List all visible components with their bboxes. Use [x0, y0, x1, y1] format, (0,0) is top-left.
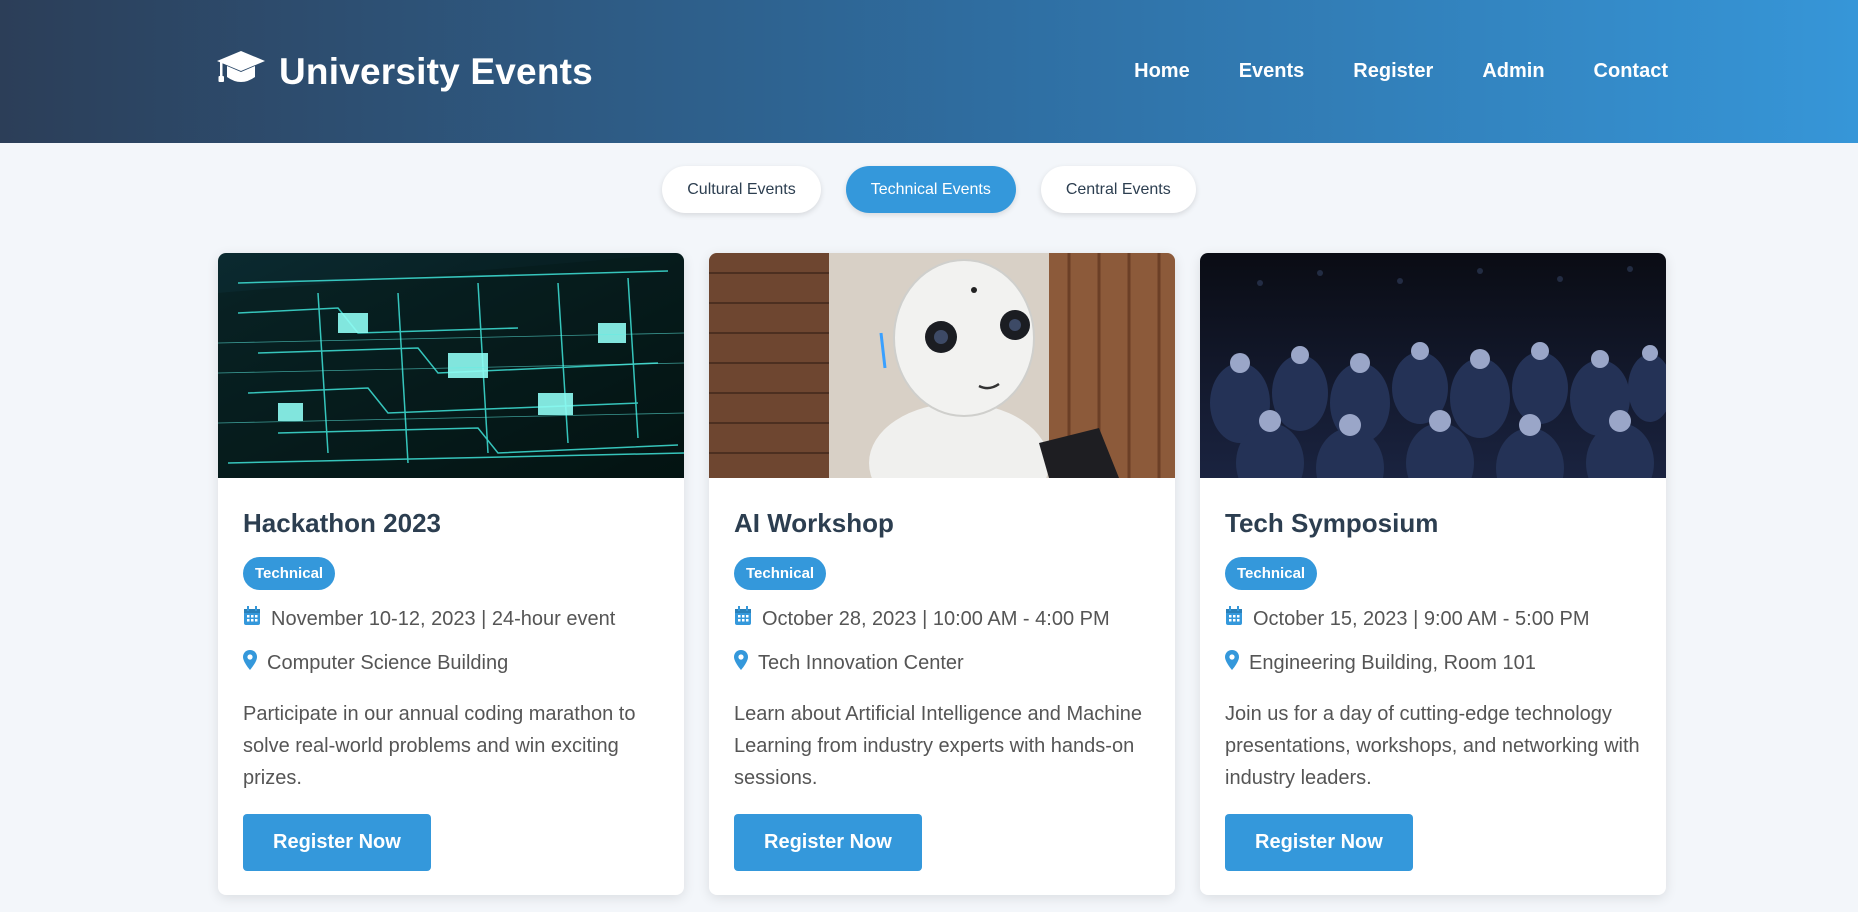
event-date-text: October 28, 2023 | 10:00 AM - 4:00 PM: [762, 607, 1110, 630]
event-title: AI Workshop: [734, 508, 894, 538]
robot-image: [709, 253, 1175, 478]
map-pin-icon: [1225, 650, 1239, 676]
nav-register[interactable]: Register: [1353, 60, 1433, 83]
calendar-icon: [243, 606, 261, 632]
event-location: Tech Innovation Center: [734, 650, 1150, 676]
event-title: Hackathon 2023: [243, 508, 441, 538]
register-now-button[interactable]: Register Now: [734, 814, 922, 871]
event-location-text: Computer Science Building: [267, 651, 509, 674]
nav-home[interactable]: Home: [1134, 60, 1190, 83]
tab-central-events[interactable]: Central Events: [1040, 166, 1196, 213]
category-badge: Technical: [243, 557, 336, 590]
event-date: November 10-12, 2023 | 24-hour event: [243, 606, 659, 632]
event-cards: Hackathon 2023 Technical November 10-12,…: [0, 253, 1858, 895]
conference-audience-image: [1200, 253, 1666, 478]
event-location-text: Tech Innovation Center: [758, 651, 964, 674]
event-location: Computer Science Building: [243, 650, 659, 676]
register-now-button[interactable]: Register Now: [243, 814, 431, 871]
event-date-text: October 15, 2023 | 9:00 AM - 5:00 PM: [1253, 607, 1590, 630]
event-date-text: November 10-12, 2023 | 24-hour event: [271, 607, 616, 630]
event-card: Hackathon 2023 Technical November 10-12,…: [218, 253, 684, 895]
brand[interactable]: University Events: [215, 49, 593, 94]
event-location-text: Engineering Building, Room 101: [1249, 651, 1536, 674]
event-description: Join us for a day of cutting-edge techno…: [1225, 703, 1640, 789]
event-date: October 15, 2023 | 9:00 AM - 5:00 PM: [1225, 606, 1641, 632]
map-pin-icon: [734, 650, 748, 676]
calendar-icon: [734, 606, 752, 632]
event-description: Participate in our annual coding maratho…: [243, 703, 636, 789]
circuit-board-image: [218, 253, 684, 478]
event-location: Engineering Building, Room 101: [1225, 650, 1641, 676]
main-nav: Home Events Register Admin Contact: [1085, 60, 1668, 83]
event-description: Learn about Artificial Intelligence and …: [734, 703, 1143, 789]
nav-admin[interactable]: Admin: [1482, 60, 1544, 83]
site-title: University Events: [279, 50, 593, 92]
category-badge: Technical: [734, 557, 827, 590]
event-category-tabs: Cultural Events Technical Events Central…: [0, 166, 1858, 213]
map-pin-icon: [243, 650, 257, 676]
nav-events[interactable]: Events: [1239, 60, 1305, 83]
tab-technical-events[interactable]: Technical Events: [845, 166, 1016, 213]
category-badge: Technical: [1225, 557, 1318, 590]
event-date: October 28, 2023 | 10:00 AM - 4:00 PM: [734, 606, 1150, 632]
event-card: AI Workshop Technical October 28, 2023 |…: [709, 253, 1175, 895]
event-card: Tech Symposium Technical October 15, 202…: [1200, 253, 1666, 895]
tab-cultural-events[interactable]: Cultural Events: [662, 166, 821, 213]
calendar-icon: [1225, 606, 1243, 632]
event-title: Tech Symposium: [1225, 508, 1439, 538]
graduation-cap-icon: [215, 49, 267, 94]
register-now-button[interactable]: Register Now: [1225, 814, 1413, 871]
nav-contact[interactable]: Contact: [1594, 60, 1668, 83]
site-header: University Events Home Events Register A…: [0, 0, 1858, 143]
